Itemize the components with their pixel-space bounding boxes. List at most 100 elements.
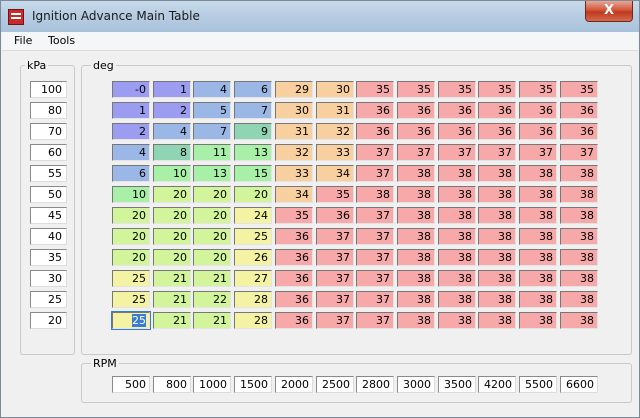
table-cell[interactable]: 36	[560, 123, 598, 140]
table-cell[interactable]: 6	[112, 165, 150, 182]
table-cell[interactable]: 36	[316, 207, 354, 224]
table-cell[interactable]: 20	[112, 249, 150, 266]
kpa-field[interactable]: 100	[30, 81, 67, 98]
table-cell[interactable]: 38	[478, 165, 516, 182]
table-cell[interactable]: 27	[234, 270, 272, 287]
table-cell[interactable]: 37	[356, 144, 394, 161]
table-cell[interactable]: 36	[397, 123, 435, 140]
table-cell[interactable]: 29	[275, 81, 313, 98]
table-cell[interactable]: 38	[519, 291, 557, 308]
table-cell[interactable]: 33	[316, 144, 354, 161]
table-cell[interactable]: 30	[316, 81, 354, 98]
table-cell[interactable]: 38	[438, 270, 476, 287]
table-cell[interactable]: 36	[438, 123, 476, 140]
table-cell[interactable]: 38	[438, 186, 476, 203]
table-cell[interactable]: 38	[397, 312, 435, 329]
table-cell[interactable]: 2	[153, 102, 191, 119]
kpa-field[interactable]: 25	[30, 291, 67, 308]
table-cell[interactable]: 38	[560, 165, 598, 182]
menu-tools[interactable]: Tools	[48, 34, 75, 47]
table-cell[interactable]: 21	[193, 312, 231, 329]
table-cell[interactable]: 28	[234, 291, 272, 308]
table-cell[interactable]: 38	[478, 228, 516, 245]
table-cell[interactable]: 20	[153, 207, 191, 224]
table-cell[interactable]: 4	[153, 123, 191, 140]
table-cell[interactable]: 38	[519, 270, 557, 287]
table-cell[interactable]: 33	[275, 165, 313, 182]
table-cell[interactable]: 34	[275, 186, 313, 203]
table-cell[interactable]: 35	[560, 81, 598, 98]
rpm-field[interactable]: 2800	[356, 376, 394, 393]
table-cell[interactable]: 36	[275, 270, 313, 287]
menu-file[interactable]: File	[14, 34, 32, 47]
rpm-field[interactable]: 4200	[478, 376, 516, 393]
table-cell[interactable]: 38	[519, 249, 557, 266]
rpm-field[interactable]: 1000	[193, 376, 231, 393]
table-cell[interactable]: 38	[478, 291, 516, 308]
table-cell[interactable]: 21	[193, 270, 231, 287]
table-cell[interactable]: 32	[316, 123, 354, 140]
table-cell[interactable]: 38	[560, 249, 598, 266]
rpm-field[interactable]: 5500	[519, 376, 557, 393]
table-cell[interactable]: 38	[397, 228, 435, 245]
table-cell[interactable]: 36	[560, 102, 598, 119]
table-cell[interactable]: 38	[519, 207, 557, 224]
table-cell[interactable]: 36	[519, 123, 557, 140]
kpa-field[interactable]: 30	[30, 270, 67, 287]
table-cell[interactable]: 2	[112, 123, 150, 140]
table-cell[interactable]: 38	[397, 207, 435, 224]
table-cell[interactable]: 32	[275, 144, 313, 161]
table-cell[interactable]: -0	[112, 81, 150, 98]
table-cell[interactable]: 38	[438, 291, 476, 308]
kpa-field[interactable]: 35	[30, 249, 67, 266]
table-cell[interactable]: 30	[275, 102, 313, 119]
table-cell[interactable]: 38	[519, 228, 557, 245]
kpa-field[interactable]: 40	[30, 228, 67, 245]
table-cell[interactable]: 21	[153, 270, 191, 287]
table-cell[interactable]: 7	[234, 102, 272, 119]
table-cell[interactable]: 37	[356, 291, 394, 308]
rpm-field[interactable]: 1500	[234, 376, 272, 393]
table-cell[interactable]: 36	[275, 249, 313, 266]
kpa-field[interactable]: 55	[30, 165, 67, 182]
table-cell[interactable]: 36	[275, 291, 313, 308]
rpm-field[interactable]: 3000	[397, 376, 435, 393]
table-cell[interactable]: 4	[112, 144, 150, 161]
rpm-field[interactable]: 2000	[275, 376, 313, 393]
table-cell[interactable]: 37	[316, 228, 354, 245]
table-cell[interactable]: 36	[356, 123, 394, 140]
table-cell[interactable]: 31	[316, 102, 354, 119]
kpa-field[interactable]: 70	[30, 123, 67, 140]
table-cell[interactable]: 20	[193, 228, 231, 245]
table-cell[interactable]: 26	[234, 249, 272, 266]
table-cell[interactable]: 36	[438, 102, 476, 119]
table-cell[interactable]: 36	[478, 123, 516, 140]
table-cell[interactable]: 38	[397, 270, 435, 287]
kpa-field[interactable]: 20	[30, 312, 67, 329]
table-cell[interactable]: 11	[193, 144, 231, 161]
table-cell[interactable]: 38	[560, 228, 598, 245]
table-cell[interactable]: 37	[356, 249, 394, 266]
table-cell[interactable]: 20	[193, 207, 231, 224]
table-cell[interactable]: 36	[275, 312, 313, 329]
rpm-field[interactable]: 6600	[560, 376, 598, 393]
rpm-field[interactable]: 800	[153, 376, 191, 393]
table-cell[interactable]: 38	[478, 249, 516, 266]
table-cell[interactable]: 38	[478, 186, 516, 203]
table-cell[interactable]: 25	[234, 228, 272, 245]
table-cell[interactable]: 38	[438, 165, 476, 182]
table-cell[interactable]: 21	[153, 291, 191, 308]
table-cell[interactable]: 37	[478, 144, 516, 161]
table-cell[interactable]: 20	[153, 249, 191, 266]
table-cell[interactable]: 37	[438, 144, 476, 161]
table-cell[interactable]: 38	[438, 207, 476, 224]
table-cell[interactable]: 38	[478, 312, 516, 329]
table-cell[interactable]: 38	[560, 312, 598, 329]
table-cell[interactable]: 6	[234, 81, 272, 98]
table-cell[interactable]: 24	[234, 207, 272, 224]
table-cell[interactable]: 38	[397, 249, 435, 266]
table-cell[interactable]: 13	[193, 165, 231, 182]
kpa-field[interactable]: 80	[30, 102, 67, 119]
table-cell[interactable]: 38	[519, 165, 557, 182]
table-cell[interactable]: 38	[519, 186, 557, 203]
